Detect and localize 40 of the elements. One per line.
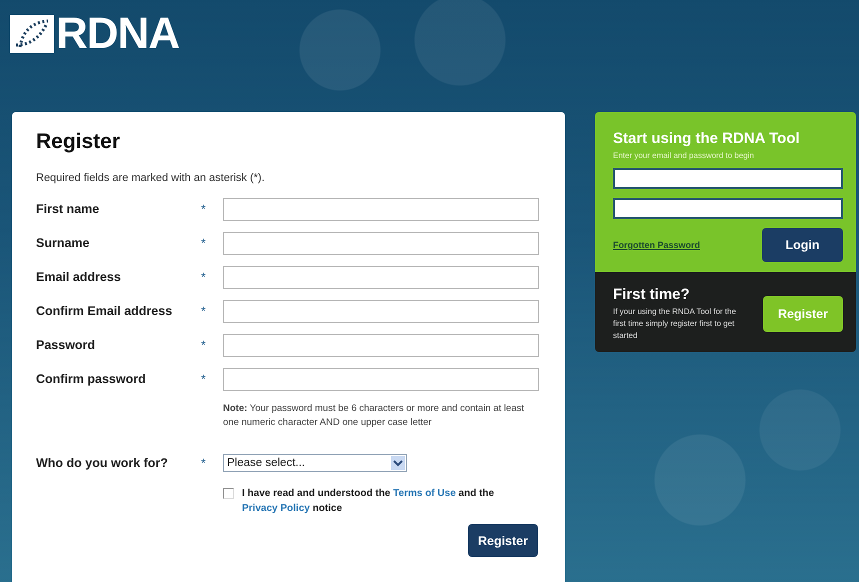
input-field[interactable] [223, 368, 539, 390]
login-button[interactable]: Login [762, 228, 843, 262]
required-mark: * [201, 236, 207, 250]
employer-dropdown[interactable]: Please select... [223, 454, 407, 472]
password-note: Note: Your password must be 6 characters or more and contain at least one numeric character AND one upper case letter [223, 402, 525, 430]
field-label: Who do you work for? [36, 456, 169, 470]
field-label: Surname [36, 236, 90, 250]
privacy-link[interactable]: Privacy Policy [242, 503, 310, 514]
logo-icon [10, 15, 54, 53]
field-label: First name [36, 202, 100, 216]
agreement-text: I have read and understood the Terms of Use and the Privacy Policy notice [242, 487, 496, 516]
input-field[interactable] [223, 232, 539, 254]
field-label: Email address [36, 270, 122, 284]
first-time-text: If your using the RNDA Tool for the first time simply register first to get started [613, 306, 738, 342]
input-field[interactable] [223, 266, 539, 288]
input-field[interactable] [223, 300, 539, 322]
required-mark: * [201, 338, 207, 352]
register-button[interactable]: Register [468, 524, 538, 557]
email-field[interactable] [613, 168, 843, 189]
password-field[interactable] [613, 198, 843, 219]
required-mark: * [201, 304, 207, 318]
required-mark: * [201, 456, 207, 470]
required-note: Required fields are marked with an asterisk (*). [36, 172, 266, 184]
logo-text: RDNA [56, 12, 180, 56]
required-mark: * [201, 372, 207, 386]
terms-link[interactable]: Terms of Use [393, 488, 456, 499]
field-label: Password [36, 338, 96, 352]
forgotten-password-link[interactable]: Forgotten Password [613, 240, 700, 250]
panel-title: Start using the RDNA Tool [613, 130, 801, 147]
field-label: Confirm password [36, 372, 147, 386]
panel-subtitle: Enter your email and password to begin [613, 151, 755, 160]
form-title: Register [36, 130, 122, 154]
input-field[interactable] [223, 334, 539, 356]
required-mark: * [201, 202, 207, 216]
input-field[interactable] [223, 198, 539, 220]
first-time-title: First time? [613, 286, 691, 303]
required-mark: * [201, 270, 207, 284]
chevron-down-icon [391, 456, 405, 470]
field-label: Confirm Email address [36, 304, 174, 318]
checkbox[interactable] [223, 488, 234, 499]
